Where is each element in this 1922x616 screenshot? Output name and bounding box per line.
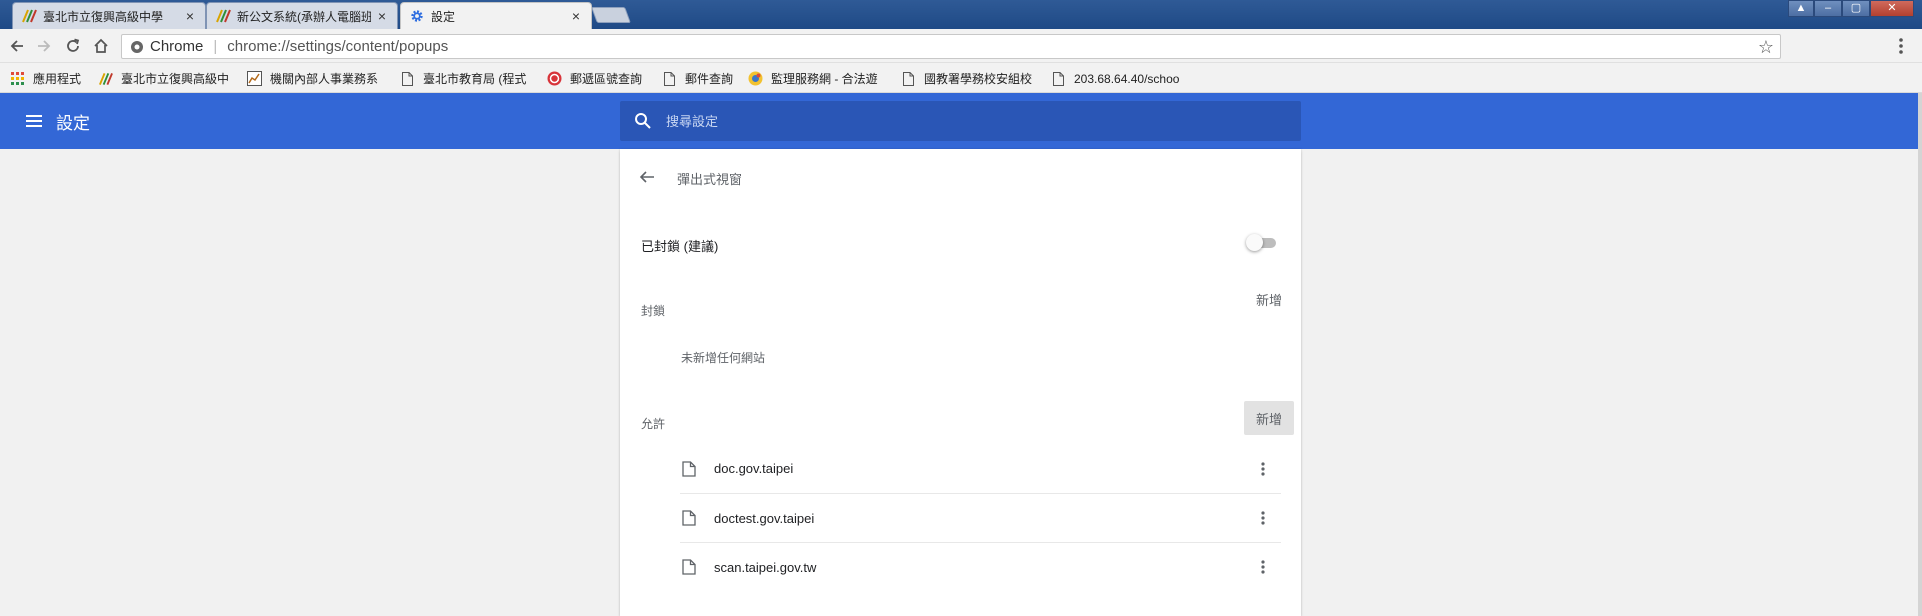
back-arrow-icon[interactable] xyxy=(638,168,656,186)
more-actions-button[interactable] xyxy=(1251,506,1275,530)
more-vert-icon xyxy=(1261,560,1265,574)
home-icon xyxy=(94,38,108,53)
bookmark-education-bureau[interactable]: 臺北市教育局 (程式 xyxy=(400,70,538,87)
bookmark-label: 郵遞區號查詢 xyxy=(570,72,643,86)
tab-settings[interactable]: 設定 × xyxy=(400,2,592,29)
add-allow-button[interactable]: 新增 xyxy=(1244,401,1294,435)
minimize-button[interactable]: – xyxy=(1814,0,1842,17)
back-button[interactable] xyxy=(6,35,28,57)
bookmark-star-icon[interactable]: ☆ xyxy=(1758,37,1774,58)
tab-document-system[interactable]: 新公文系統(承辦人電腦班 × xyxy=(206,2,398,29)
toggle-knob xyxy=(1246,234,1263,251)
bookmark-apps[interactable]: 應用程式 xyxy=(10,70,90,87)
omnibox-url: chrome://settings/content/popups xyxy=(227,38,449,55)
allowed-site-row: doc.gov.taipei xyxy=(680,444,1281,493)
close-icon[interactable]: × xyxy=(375,8,389,24)
bookmark-mail-tracking[interactable]: 郵件查詢 xyxy=(662,70,742,87)
post-logo-icon xyxy=(547,71,562,86)
allowed-site-row: doctest.gov.taipei xyxy=(680,493,1281,542)
site-name: doc.gov.taipei xyxy=(714,461,794,476)
settings-header: 設定 xyxy=(0,93,1922,149)
new-tab-button[interactable] xyxy=(591,7,631,23)
chrome-menu-icon[interactable] xyxy=(1898,37,1904,55)
bookmark-label: 機關內部人事業務系 xyxy=(270,72,379,86)
arrow-right-icon xyxy=(38,40,51,52)
site-name: doctest.gov.taipei xyxy=(714,510,815,526)
school-logo-icon xyxy=(22,9,37,23)
gear-icon xyxy=(411,10,423,22)
more-actions-button[interactable] xyxy=(1251,457,1275,481)
blocked-toggle-label: 已封鎖 (建議) xyxy=(641,239,719,254)
page-icon xyxy=(682,510,696,526)
bookmark-label: 國教署學務校安組校 xyxy=(924,72,1033,86)
bookmark-personnel[interactable]: 機關內部人事業務系 xyxy=(247,70,385,87)
tab-strip: 臺北市立復興高級中學 × 新公文系統(承辦人電腦班 × 設定 × ▲ – ▢ ✕ xyxy=(0,0,1922,29)
page-icon xyxy=(662,71,677,86)
search-box[interactable] xyxy=(620,101,1301,141)
bookmark-motor-service[interactable]: 監理服務網 - 合法遊 xyxy=(748,70,888,87)
menu-icon[interactable] xyxy=(25,112,43,130)
page-icon xyxy=(682,559,696,575)
page-icon xyxy=(1051,71,1066,86)
tab-school[interactable]: 臺北市立復興高級中學 × xyxy=(12,2,206,29)
bookmark-label: 203.68.64.40/schoo xyxy=(1074,71,1180,86)
bookmarks-bar: 應用程式 臺北市立復興高級中 機關內部人事業務系 臺北市教育局 (程式 郵遞區號… xyxy=(0,63,1922,93)
browser-toolbar: Chrome | chrome://settings/content/popup… xyxy=(0,29,1922,63)
close-icon[interactable]: × xyxy=(183,8,197,24)
moto-logo-icon xyxy=(748,71,763,86)
block-empty-text: 未新增任何網站 xyxy=(681,351,766,365)
close-icon[interactable]: × xyxy=(569,8,583,24)
subpage-title: 彈出式視窗 xyxy=(677,172,743,187)
add-block-button[interactable]: 新增 xyxy=(1244,282,1294,316)
search-input[interactable] xyxy=(666,113,1266,129)
apps-grid-icon xyxy=(10,71,25,86)
chart-image-icon xyxy=(247,71,262,86)
forward-button[interactable] xyxy=(33,35,55,57)
tab-title: 臺北市立復興高級中學 xyxy=(43,9,164,24)
bookmark-label: 應用程式 xyxy=(33,72,82,86)
search-icon xyxy=(635,113,651,129)
more-vert-icon xyxy=(1261,461,1265,476)
omnibox-separator: | xyxy=(213,38,218,55)
page-title: 設定 xyxy=(56,114,90,133)
address-bar[interactable]: Chrome | chrome://settings/content/popup… xyxy=(121,34,1781,59)
window-edge xyxy=(1918,93,1922,616)
reload-icon xyxy=(67,38,80,52)
maximize-button[interactable]: ▢ xyxy=(1842,0,1870,17)
more-vert-icon xyxy=(1261,511,1265,525)
school-logo-icon xyxy=(216,9,231,23)
more-actions-button[interactable] xyxy=(1251,555,1275,579)
tab-title: 新公文系統(承辦人電腦班 xyxy=(237,9,371,24)
allowed-site-row: scan.taipei.gov.tw xyxy=(680,542,1281,591)
page-icon xyxy=(901,71,916,86)
omnibox-scheme: Chrome xyxy=(150,38,204,55)
allow-section-label: 允許 xyxy=(641,417,666,431)
bookmark-label: 監理服務網 - 合法遊 xyxy=(771,72,878,86)
block-section-label: 封鎖 xyxy=(641,304,666,318)
site-name: scan.taipei.gov.tw xyxy=(714,559,817,575)
bookmark-label: 臺北市教育局 (程式 xyxy=(423,72,527,86)
bookmark-ip-address[interactable]: 203.68.64.40/schoo xyxy=(1051,70,1186,87)
popups-settings-card: 彈出式視窗 已封鎖 (建議) 封鎖 新增 未新增任何網站 允許 新增 doc.g… xyxy=(620,149,1301,616)
blocked-toggle[interactable] xyxy=(1246,234,1278,251)
school-logo-icon xyxy=(98,71,113,86)
close-window-button[interactable]: ✕ xyxy=(1870,0,1914,17)
bookmark-postal-code[interactable]: 郵遞區號查詢 xyxy=(547,70,652,87)
reload-button[interactable] xyxy=(62,35,84,57)
bookmark-k12ea[interactable]: 國教署學務校安組校 xyxy=(901,70,1039,87)
profile-icon[interactable]: ▲ xyxy=(1788,0,1814,17)
tab-title: 設定 xyxy=(431,9,456,24)
bookmark-label: 臺北市立復興高級中 xyxy=(121,72,230,86)
home-button[interactable] xyxy=(90,35,112,57)
chrome-icon xyxy=(131,40,143,53)
bookmark-school[interactable]: 臺北市立復興高級中 xyxy=(98,70,233,87)
page-icon xyxy=(400,71,415,86)
bookmark-label: 郵件查詢 xyxy=(685,72,734,86)
page-icon xyxy=(682,460,696,477)
arrow-left-icon xyxy=(10,40,23,52)
